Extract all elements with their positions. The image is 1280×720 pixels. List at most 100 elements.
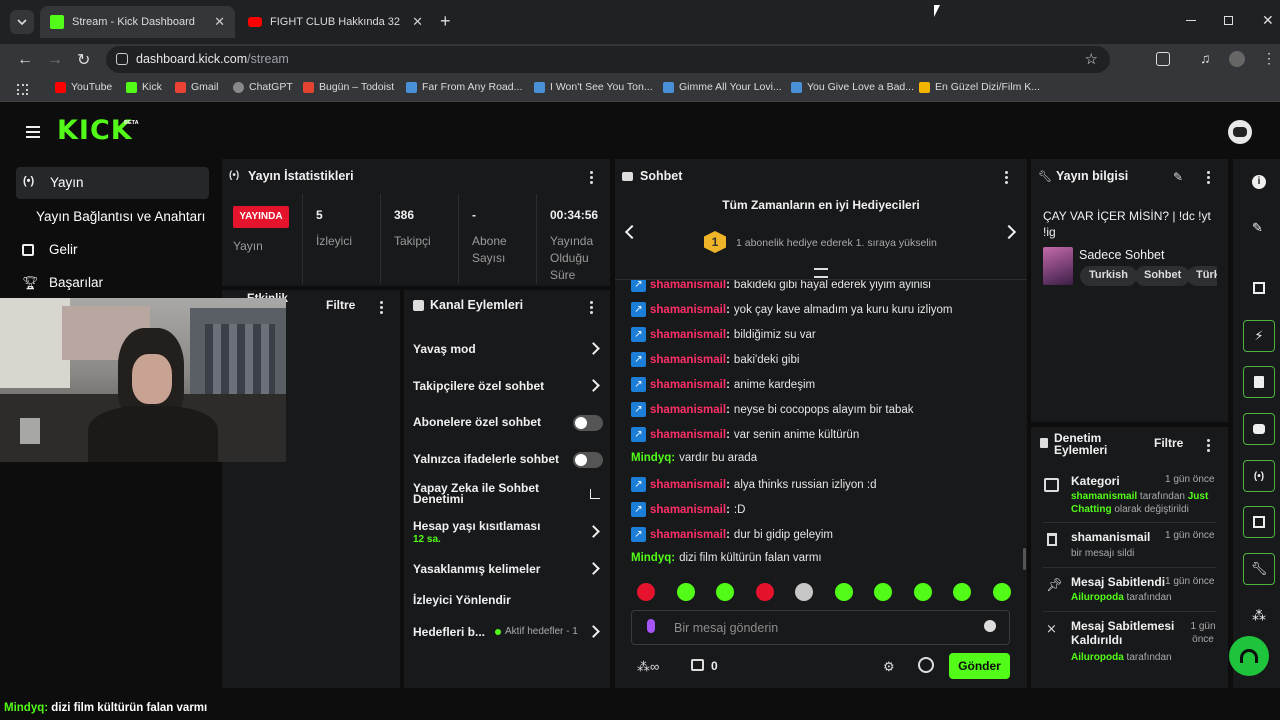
bookmark-en-guzel-dizi[interactable]: En Güzel Dizi/Film K... xyxy=(919,81,1040,93)
hamburger-menu-icon[interactable] xyxy=(26,126,40,138)
chat-username[interactable]: Mindyq xyxy=(631,552,671,564)
bookmark-you-give-love[interactable]: You Give Love a Bad... xyxy=(791,81,914,93)
tab-kick-dashboard[interactable]: Stream - Kick Dashboard ✕ xyxy=(40,6,235,38)
kick-logo[interactable]: KICK xyxy=(57,116,133,146)
emoji-icon[interactable] xyxy=(984,620,996,632)
emote-icon[interactable] xyxy=(795,583,813,601)
store-icon[interactable] xyxy=(691,659,704,671)
followers-only-label[interactable]: Takipçilere özel sohbet xyxy=(413,379,544,393)
document-icon[interactable] xyxy=(1243,366,1275,398)
microphone-icon[interactable] xyxy=(647,619,655,633)
chat-username[interactable]: shamanismail xyxy=(650,379,726,391)
minimize-button[interactable] xyxy=(1186,20,1196,21)
browser-menu-icon[interactable]: ⋮ xyxy=(1262,50,1276,67)
subs-only-toggle[interactable] xyxy=(573,415,603,431)
sidebar-item-stream-key[interactable]: Yayın Bağlantısı ve Anahtarı xyxy=(36,209,205,224)
bookmark-youtube[interactable]: YouTube xyxy=(55,81,112,93)
reload-button[interactable]: ↻ xyxy=(77,50,90,70)
support-chat-button[interactable] xyxy=(1229,636,1269,676)
send-button[interactable]: Gönder xyxy=(949,653,1010,679)
chat-scrollbar[interactable] xyxy=(1023,548,1026,570)
mod-user[interactable]: Ailuropoda xyxy=(1071,652,1124,663)
bookmark-todoist[interactable]: Bugün – Todoist xyxy=(303,81,394,93)
profile-avatar[interactable] xyxy=(1229,51,1245,67)
lightning-icon[interactable]: ⚡︎ xyxy=(1243,320,1275,352)
site-info-icon[interactable] xyxy=(116,53,128,65)
sidebar-item-yayin[interactable]: (•) Yayın xyxy=(16,167,209,199)
new-tab-button[interactable]: + xyxy=(440,12,451,30)
sidebar-item-gelir[interactable]: Gelir xyxy=(22,242,202,262)
chat-username[interactable]: shamanismail xyxy=(650,479,726,491)
wrench-icon[interactable]: 🔧︎ xyxy=(1243,553,1275,585)
emote-icon[interactable] xyxy=(755,583,774,601)
activity-menu-icon[interactable] xyxy=(380,301,384,316)
emote-icon[interactable] xyxy=(992,583,1011,601)
emote-icon[interactable] xyxy=(716,583,734,601)
emote-icon[interactable] xyxy=(637,583,655,601)
chat-username[interactable]: shamanismail xyxy=(650,354,726,366)
redirect-viewers-label[interactable]: İzleyici Yönlendir xyxy=(413,593,511,607)
mod-filter-button[interactable]: Filtre xyxy=(1154,436,1183,450)
forward-button[interactable]: → xyxy=(47,51,63,69)
emote-icon[interactable] xyxy=(913,583,932,601)
chat-menu-icon[interactable] xyxy=(1005,171,1009,186)
scroll-to-bottom-icon[interactable] xyxy=(814,268,828,278)
tab-fight-club[interactable]: FIGHT CLUB Hakkında 32 Harika ✕ xyxy=(238,6,433,38)
screenshot-icon[interactable] xyxy=(1253,282,1265,294)
close-tab-icon[interactable]: ✕ xyxy=(412,14,423,30)
channel-actions-menu-icon[interactable] xyxy=(590,301,594,316)
emote-picker-icon[interactable] xyxy=(918,657,934,673)
address-bar[interactable]: dashboard.kick.com/stream ☆ xyxy=(106,46,1110,73)
media-icon[interactable]: ♫ xyxy=(1200,50,1211,66)
mod-item-title[interactable]: shamanismail xyxy=(1071,530,1150,544)
maximize-button[interactable] xyxy=(1224,16,1233,25)
chat-username[interactable]: Mindyq xyxy=(631,452,671,464)
tag-chip[interactable]: Turkish xyxy=(1080,266,1137,286)
chat-icon[interactable] xyxy=(1243,413,1275,445)
extensions-icon[interactable] xyxy=(1156,52,1170,66)
back-button[interactable]: ← xyxy=(17,51,33,69)
chat-username[interactable]: shamanismail xyxy=(650,504,726,516)
emote-icon[interactable] xyxy=(953,583,971,601)
bookmark-kick[interactable]: Kick xyxy=(126,81,162,93)
chat-username[interactable]: shamanismail xyxy=(650,304,726,316)
chat-input-box[interactable]: Bir mesaj gönderin xyxy=(631,610,1010,645)
points-icon[interactable]: ⁂∞ xyxy=(637,659,659,675)
sidebar-item-basarilar[interactable]: 🏆︎ Başarılar xyxy=(22,275,202,295)
ai-moderation-label[interactable]: Yapay Zeka ile Sohbet Denetimi xyxy=(413,482,553,505)
chat-username[interactable]: shamanismail xyxy=(650,429,726,441)
category-name[interactable]: Sadece Sohbet xyxy=(1079,248,1165,262)
mod-user[interactable]: Ailuropoda xyxy=(1071,592,1124,603)
bookmark-gmail[interactable]: Gmail xyxy=(175,81,218,93)
bookmark-gimme-all[interactable]: Gimme All Your Lovi... xyxy=(663,81,782,93)
chat-input[interactable]: Bir mesaj gönderin xyxy=(674,621,778,635)
chat-username[interactable]: shamanismail xyxy=(650,529,726,541)
chat-username[interactable]: shamanismail xyxy=(650,280,726,291)
close-window-button[interactable]: ✕ xyxy=(1262,12,1274,29)
mod-user[interactable]: shamanismail xyxy=(1071,491,1137,502)
emote-icon[interactable] xyxy=(676,583,695,601)
external-link-icon[interactable] xyxy=(590,489,600,499)
emote-only-toggle[interactable] xyxy=(573,452,603,468)
slow-mode-label[interactable]: Yavaş mod xyxy=(413,342,476,356)
mod-menu-icon[interactable] xyxy=(1207,439,1211,454)
mod-panel-icon[interactable] xyxy=(1243,506,1275,538)
chat-username[interactable]: shamanismail xyxy=(650,329,726,341)
stream-info-menu-icon[interactable] xyxy=(1207,171,1211,186)
emote-icon[interactable] xyxy=(834,583,853,601)
bookmark-i-wont-see-you[interactable]: I Won't See You Ton... xyxy=(534,81,653,93)
info-icon[interactable]: i xyxy=(1252,175,1266,189)
emote-icon[interactable] xyxy=(874,583,892,601)
bookmark-star-icon[interactable]: ☆ xyxy=(1085,50,1098,68)
goals-label[interactable]: Hedefleri b... xyxy=(413,625,485,639)
apps-grid-icon[interactable] xyxy=(17,84,28,95)
tab-list-button[interactable] xyxy=(10,10,34,34)
bookmark-far-from-any-road[interactable]: Far From Any Road... xyxy=(406,81,522,93)
edit-pencil-icon[interactable]: ✎ xyxy=(1173,170,1183,184)
account-age-label[interactable]: Hesap yaşı kısıtlaması xyxy=(413,519,540,533)
close-tab-icon[interactable]: ✕ xyxy=(214,14,225,30)
user-avatar[interactable] xyxy=(1228,120,1252,144)
activity-filter-button[interactable]: Filtre xyxy=(326,298,355,312)
stats-menu-icon[interactable] xyxy=(590,171,594,186)
tag-chip[interactable]: Sohbet xyxy=(1135,266,1191,286)
